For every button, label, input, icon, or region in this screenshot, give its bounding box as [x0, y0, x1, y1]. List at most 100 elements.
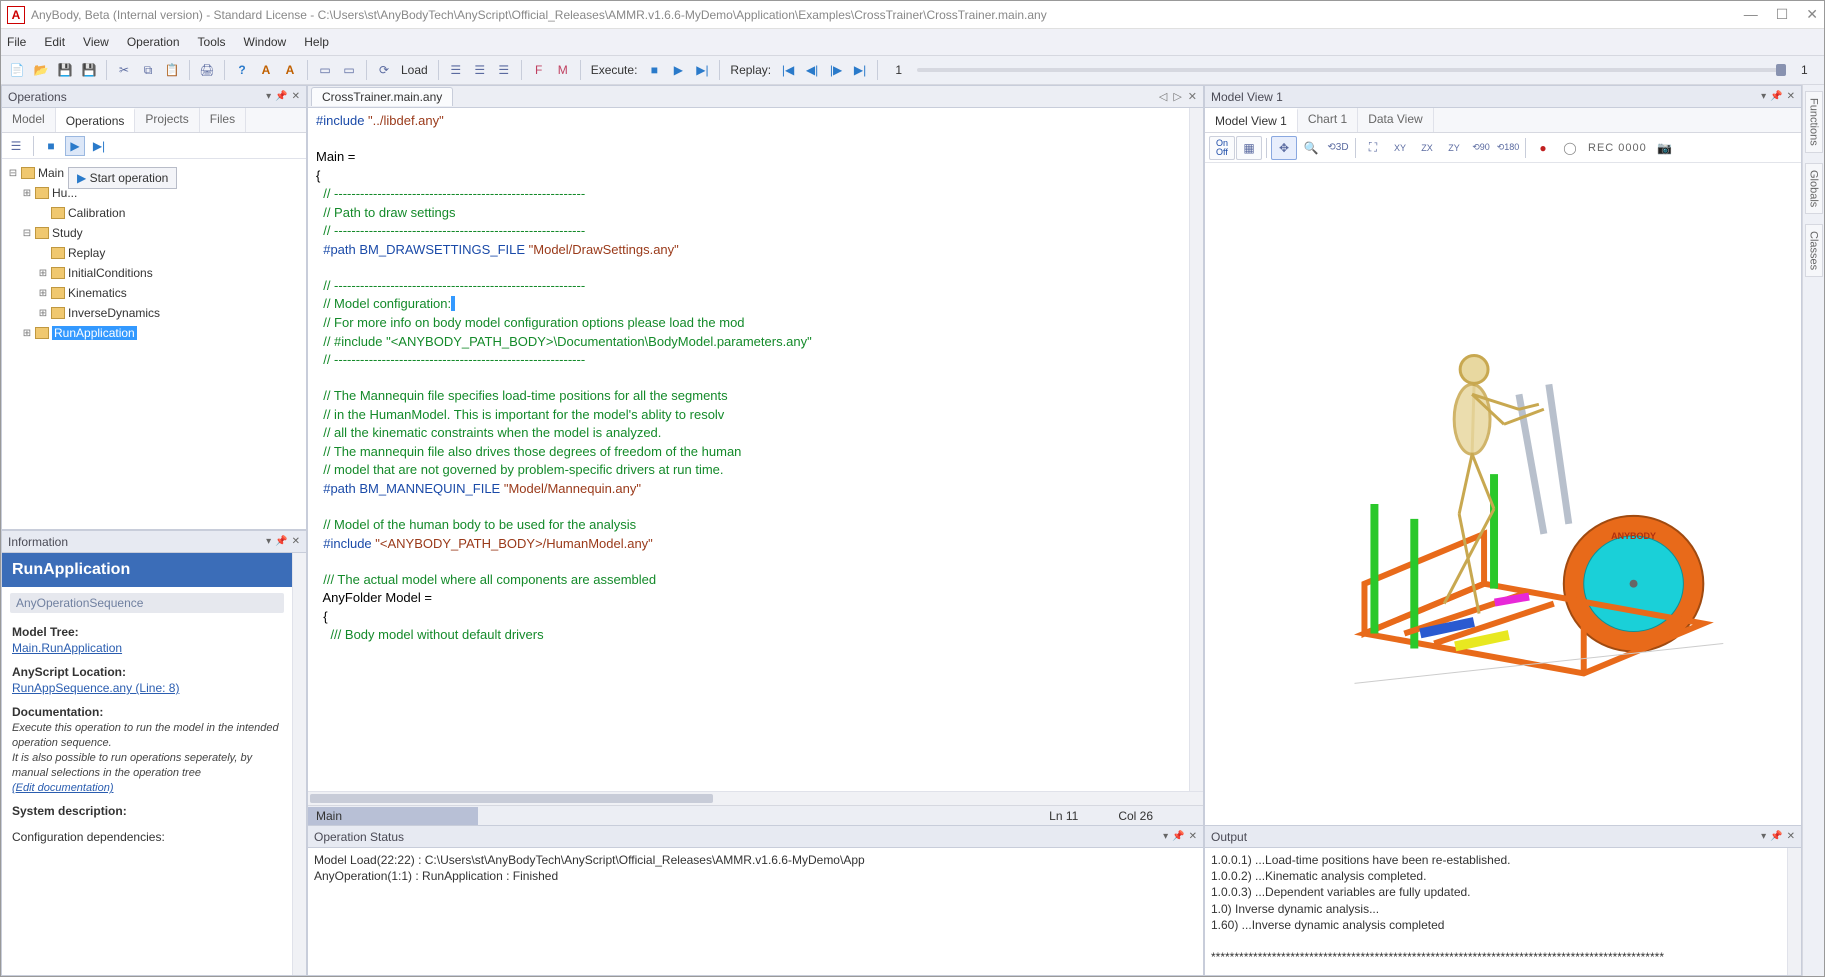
- menu-help[interactable]: Help: [304, 35, 329, 49]
- tree-item-inversedynamics[interactable]: ⊞InverseDynamics: [4, 303, 304, 323]
- tree-item-initialconditions[interactable]: ⊞InitialConditions: [4, 263, 304, 283]
- menu-tools[interactable]: Tools: [198, 35, 226, 49]
- editor-h-scrollbar[interactable]: [308, 791, 1203, 805]
- outdent-icon[interactable]: ☰: [470, 60, 490, 80]
- mv-close-icon[interactable]: ✕: [1787, 91, 1795, 102]
- tab-projects[interactable]: Projects: [135, 108, 199, 132]
- close-button[interactable]: ✕: [1806, 6, 1818, 23]
- code-editor[interactable]: #include "../libdef.any" Main = { // ---…: [308, 108, 1189, 791]
- minimize-button[interactable]: —: [1744, 6, 1758, 23]
- replay-next-icon[interactable]: |▶: [826, 60, 846, 80]
- info-dd-icon[interactable]: ▾: [266, 536, 271, 547]
- tab-files[interactable]: Files: [200, 108, 246, 132]
- zoom-icon[interactable]: 🔍: [1298, 136, 1324, 160]
- record-icon[interactable]: ●: [1530, 136, 1556, 160]
- play-icon[interactable]: ▶: [668, 60, 688, 80]
- mv-tab-modelview[interactable]: Model View 1: [1205, 108, 1298, 132]
- replay-prev-icon[interactable]: ◀|: [802, 60, 822, 80]
- collapse-icon[interactable]: ☰: [6, 136, 26, 156]
- onoff-icon[interactable]: OnOff: [1209, 136, 1235, 160]
- op-stop-icon[interactable]: ■: [41, 136, 61, 156]
- menu-edit[interactable]: Edit: [44, 35, 65, 49]
- toggle2-icon[interactable]: ▭: [339, 60, 359, 80]
- tree-item-runapplication[interactable]: ⊞RunApplication: [4, 323, 304, 343]
- sidetab-classes[interactable]: Classes: [1805, 224, 1823, 277]
- mv-tab-dataview[interactable]: Data View: [1358, 108, 1433, 132]
- os-close-icon[interactable]: ✕: [1189, 831, 1197, 842]
- fit-icon[interactable]: ⛶: [1360, 136, 1386, 160]
- tree-item-calibration[interactable]: Calibration: [4, 203, 304, 223]
- script-loc-link[interactable]: RunAppSequence.any (Line: 8): [12, 681, 179, 695]
- out-close-icon[interactable]: ✕: [1787, 831, 1795, 842]
- tab-prev-icon[interactable]: ◁: [1159, 90, 1167, 103]
- replay-first-icon[interactable]: |◀: [778, 60, 798, 80]
- macro-m-icon[interactable]: M: [553, 60, 573, 80]
- indent-icon[interactable]: ☰: [446, 60, 466, 80]
- out-dd-icon[interactable]: ▾: [1761, 831, 1766, 842]
- sidetab-globals[interactable]: Globals: [1805, 163, 1823, 214]
- tab-close-icon[interactable]: ✕: [1188, 90, 1197, 103]
- rot90-icon[interactable]: ⟲90: [1468, 136, 1494, 160]
- model-tree-link[interactable]: Main.RunApplication: [12, 641, 122, 655]
- opstatus-text[interactable]: Model Load(22:22) : C:\Users\st\AnyBodyT…: [308, 848, 1203, 975]
- mv-tab-chart[interactable]: Chart 1: [1298, 108, 1358, 132]
- replay-last-icon[interactable]: ▶|: [850, 60, 870, 80]
- 3d-viewport[interactable]: ANYBODY: [1205, 163, 1801, 825]
- mv-pin-icon[interactable]: 📌: [1770, 91, 1782, 102]
- list-icon[interactable]: ☰: [494, 60, 514, 80]
- pin2-icon[interactable]: 📌: [275, 91, 287, 102]
- camera-icon[interactable]: 📷: [1652, 136, 1678, 160]
- tab-operations[interactable]: Operations: [56, 108, 136, 132]
- copy-icon[interactable]: ⧉: [138, 60, 158, 80]
- tool-a-icon[interactable]: A: [256, 60, 276, 80]
- paste-icon[interactable]: 📋: [162, 60, 182, 80]
- tree-item-study[interactable]: ⊟Study: [4, 223, 304, 243]
- view-xy-icon[interactable]: XY: [1387, 136, 1413, 160]
- frame-slider[interactable]: [917, 68, 1786, 72]
- menu-file[interactable]: File: [7, 35, 26, 49]
- saveall-icon[interactable]: 💾: [79, 60, 99, 80]
- out-pin-icon[interactable]: 📌: [1770, 831, 1782, 842]
- rot180-icon[interactable]: ⟲180: [1495, 136, 1521, 160]
- maximize-button[interactable]: ☐: [1776, 6, 1789, 23]
- info-pin-icon[interactable]: 📌: [275, 536, 287, 547]
- info-close-icon[interactable]: ✕: [292, 536, 300, 547]
- record-stop-icon[interactable]: ◯: [1557, 136, 1583, 160]
- tab-next-icon[interactable]: ▷: [1173, 90, 1181, 103]
- menu-view[interactable]: View: [83, 35, 109, 49]
- edit-doc-link[interactable]: (Edit documentation): [12, 782, 114, 794]
- close-panel-icon[interactable]: ✕: [292, 91, 300, 102]
- step-icon[interactable]: ▶|: [692, 60, 712, 80]
- macro-f-icon[interactable]: F: [529, 60, 549, 80]
- editor-tab[interactable]: CrossTrainer.main.any: [311, 87, 453, 106]
- tree-item-kinematics[interactable]: ⊞Kinematics: [4, 283, 304, 303]
- tool-a2-icon[interactable]: A: [280, 60, 300, 80]
- load-label[interactable]: Load: [398, 63, 431, 77]
- output-text[interactable]: 1.0.0.1) ...Load-time positions have bee…: [1205, 848, 1787, 975]
- help-icon[interactable]: ?: [232, 60, 252, 80]
- view-zy-icon[interactable]: ZY: [1441, 136, 1467, 160]
- pan-icon[interactable]: ✥: [1271, 136, 1297, 160]
- load-icon[interactable]: ⟳: [374, 60, 394, 80]
- os-dd-icon[interactable]: ▾: [1163, 831, 1168, 842]
- rotate3d-icon[interactable]: ⟲3D: [1325, 136, 1351, 160]
- mv-dd-icon[interactable]: ▾: [1761, 91, 1766, 102]
- op-step-icon[interactable]: ▶|: [89, 136, 109, 156]
- pin-icon[interactable]: ▾: [266, 91, 271, 102]
- save-icon[interactable]: 💾: [55, 60, 75, 80]
- sidetab-functions[interactable]: Functions: [1805, 91, 1823, 153]
- menu-window[interactable]: Window: [244, 35, 287, 49]
- editor-v-scrollbar[interactable]: [1189, 108, 1203, 791]
- tree-item-replay[interactable]: Replay: [4, 243, 304, 263]
- info-scrollbar[interactable]: [292, 553, 306, 975]
- view-zx-icon[interactable]: ZX: [1414, 136, 1440, 160]
- open-icon[interactable]: 📂: [31, 60, 51, 80]
- toggle-icon[interactable]: ▭: [315, 60, 335, 80]
- stop-icon[interactable]: ■: [644, 60, 664, 80]
- menu-operation[interactable]: Operation: [127, 35, 180, 49]
- output-scrollbar[interactable]: [1787, 848, 1801, 975]
- op-play-icon[interactable]: ▶: [65, 136, 85, 156]
- props-icon[interactable]: ▦: [1236, 136, 1262, 160]
- cut-icon[interactable]: ✂: [114, 60, 134, 80]
- print-icon[interactable]: 🖨: [197, 60, 217, 80]
